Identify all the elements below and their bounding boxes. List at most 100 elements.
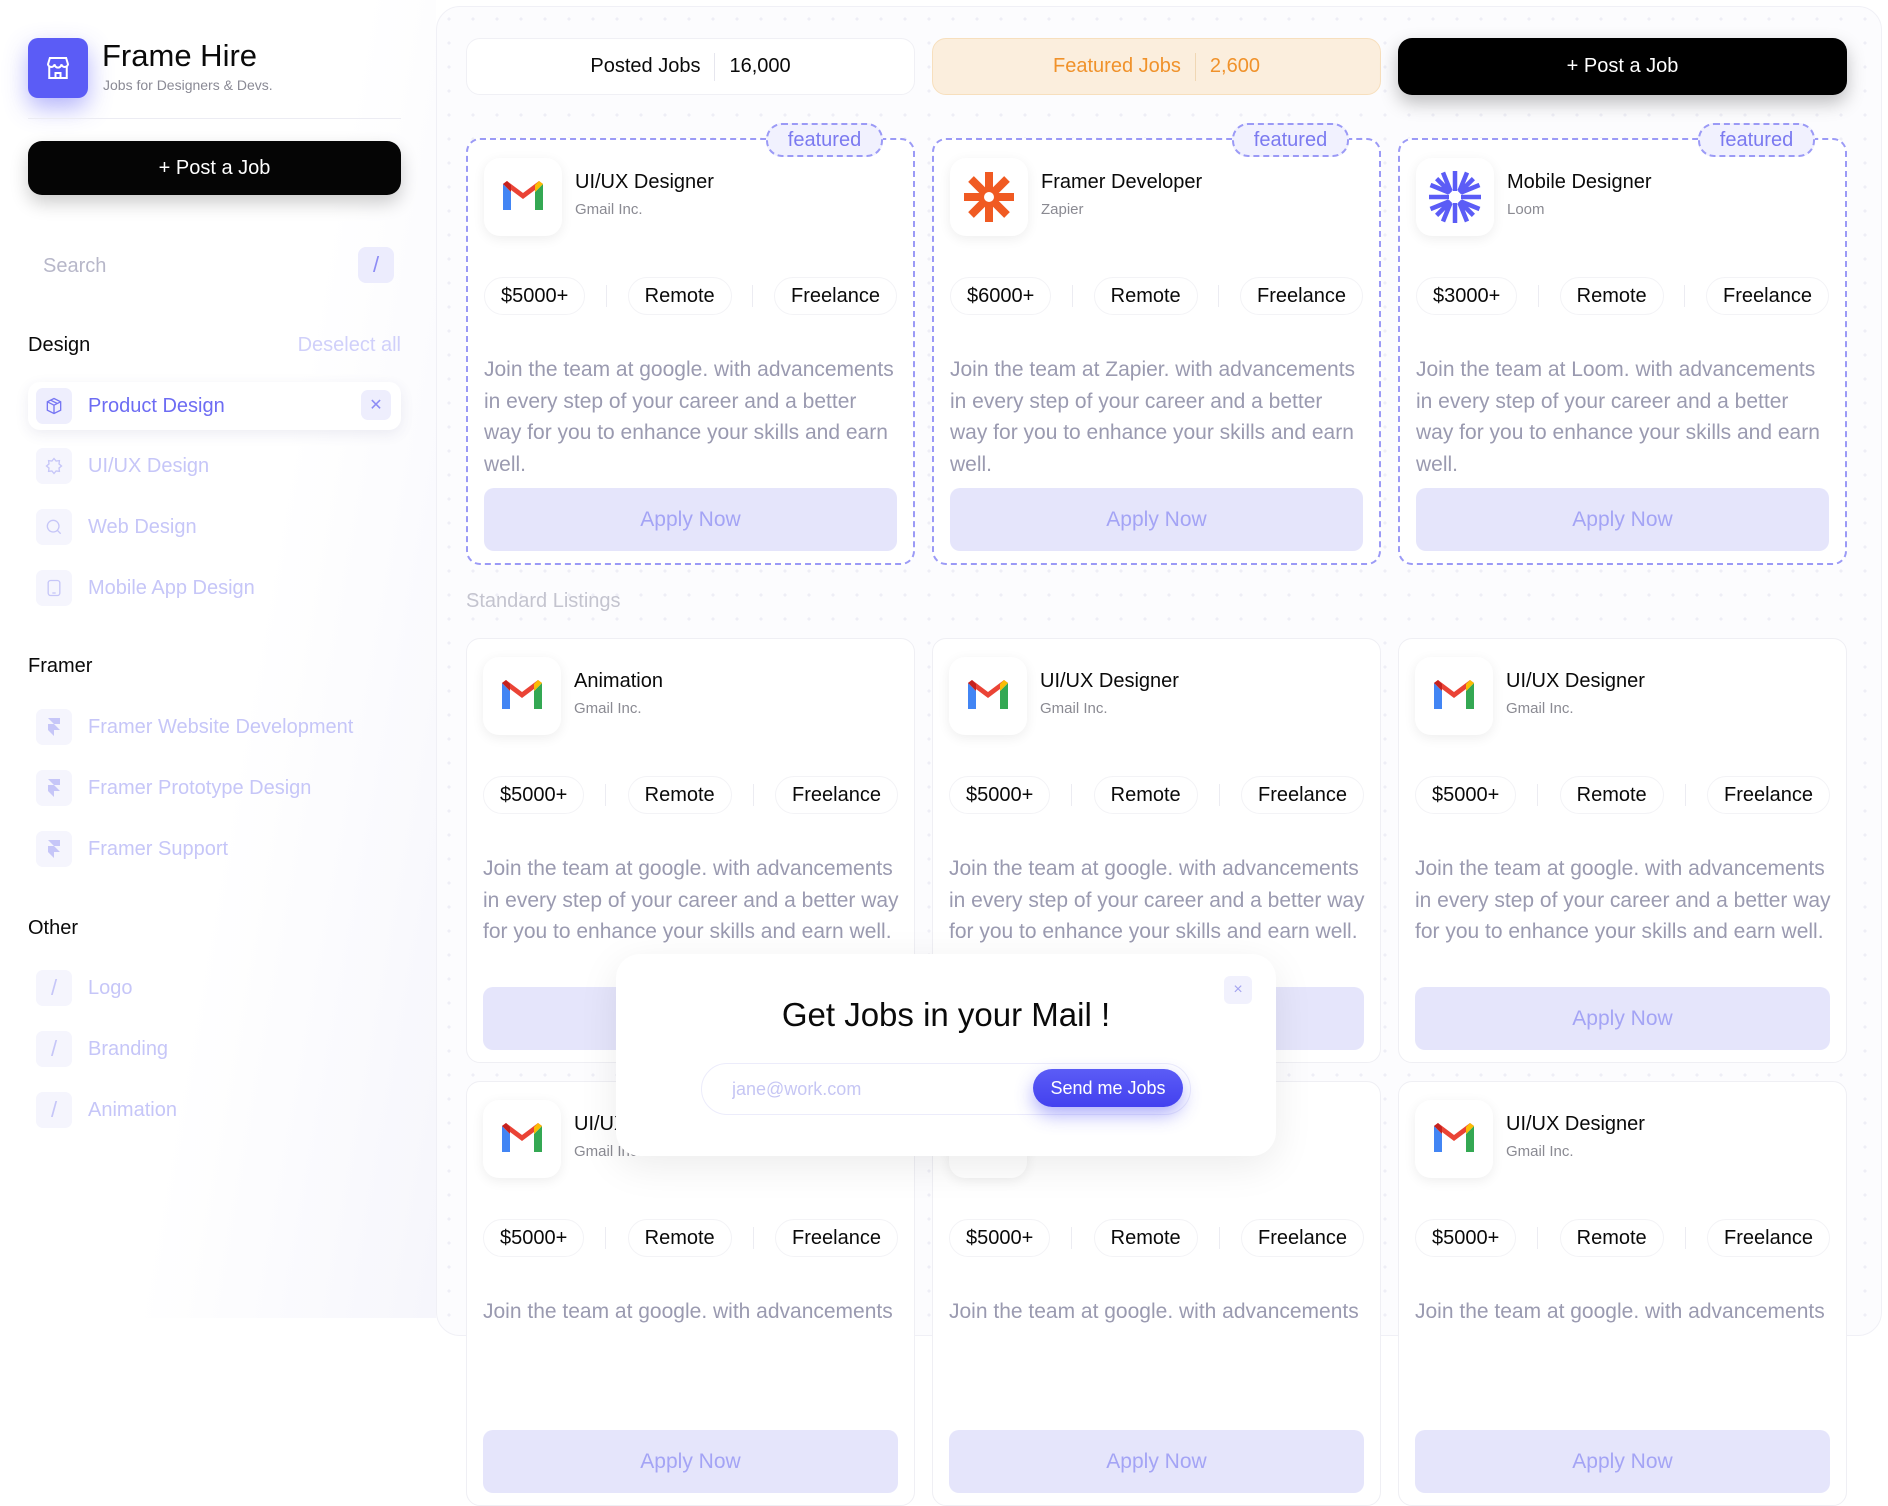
job-title[interactable]: UI/UX Designer: [1506, 670, 1645, 693]
apply-now-button[interactable]: Apply Now: [1415, 1430, 1830, 1493]
job-tag: Remote: [1093, 277, 1198, 315]
sidebar-item-label: Framer Prototype Design: [88, 776, 312, 799]
sidebar-item[interactable]: Framer Website Development: [28, 703, 401, 751]
job-tag: Remote: [627, 1219, 732, 1257]
job-tag: Freelance: [775, 1219, 898, 1257]
job-tag: Remote: [1093, 776, 1198, 814]
job-tag: Remote: [1559, 776, 1664, 814]
featured-job-card[interactable]: featured Framer Developer Zapier $6000+ R…: [932, 123, 1381, 565]
job-title[interactable]: UI/UX Designer: [575, 171, 714, 194]
company-name: Gmail Inc.: [1040, 700, 1108, 717]
posted-jobs-value: 16,000: [729, 55, 791, 77]
sidebar-item-label: UI/UX Design: [88, 454, 210, 477]
sidebar-item-label: Product Design: [88, 394, 225, 417]
company-name: Gmail Inc.: [1506, 700, 1574, 717]
sidebar-item-label: Animation: [88, 1098, 177, 1121]
section-heading-framer: Framer: [28, 655, 93, 677]
sidebar-item[interactable]: Framer Prototype Design: [28, 764, 401, 812]
sidebar-item[interactable]: Framer Support: [28, 825, 401, 873]
sidebar-item[interactable]: / Logo: [28, 964, 401, 1012]
job-tag: $5000+: [484, 277, 586, 315]
apply-now-button[interactable]: Apply Now: [1415, 987, 1830, 1050]
loom-icon: [1416, 158, 1494, 236]
job-description: Join the team at google. with advancemen…: [483, 1300, 893, 1323]
divider: [28, 118, 401, 119]
apply-now-button[interactable]: Apply Now: [483, 1430, 898, 1493]
job-tags: $5000+ Remote Freelance: [483, 776, 898, 814]
search-shortcut-key: /: [358, 247, 394, 283]
apply-now-button[interactable]: Apply Now: [949, 1430, 1364, 1493]
apply-now-button[interactable]: Apply Now: [1416, 488, 1829, 551]
company-name: Zapier: [1041, 201, 1084, 218]
gmail-icon: [484, 158, 562, 236]
posted-jobs-label: Posted Jobs: [590, 55, 701, 77]
job-tag: Remote: [1559, 277, 1664, 315]
apply-now-button[interactable]: Apply Now: [484, 488, 897, 551]
job-description: Join the team at Zapier. with advancemen…: [950, 358, 1356, 476]
close-icon[interactable]: ×: [1224, 976, 1252, 1004]
sidebar-item[interactable]: Mobile App Design: [28, 564, 401, 612]
gmail-icon: [483, 1100, 561, 1178]
featured-job-card[interactable]: featured UI/UX Designer Gmail Inc. $5000…: [466, 123, 915, 565]
job-tags: $5000+ Remote Freelance: [1415, 1219, 1830, 1257]
job-description: Join the team at google. with advancemen…: [1415, 857, 1831, 943]
job-tag: Freelance: [1240, 277, 1363, 315]
brand-subtitle: Jobs for Designers & Devs.: [103, 77, 273, 93]
job-tag: $3000+: [1416, 277, 1518, 315]
job-title[interactable]: UI/UX Designer: [1040, 670, 1179, 693]
store-icon: [28, 38, 88, 98]
sidebar-item[interactable]: Product Design ✕: [28, 382, 401, 430]
sidebar-item[interactable]: Web Design: [28, 503, 401, 551]
featured-badge: featured: [1698, 123, 1815, 157]
box-icon: [36, 388, 72, 424]
job-tag: $5000+: [483, 1219, 585, 1257]
job-tag: $5000+: [1415, 776, 1517, 814]
job-card[interactable]: UI/UX Designer Gmail Inc. $5000+ Remote Fr…: [1398, 1081, 1847, 1506]
posted-jobs-stat: Posted Jobs 16,000: [466, 38, 915, 95]
job-tags: $5000+ Remote Freelance: [484, 277, 897, 315]
job-title[interactable]: Mobile Designer: [1507, 171, 1652, 194]
job-tags: $5000+ Remote Freelance: [1415, 776, 1830, 814]
sidebar: Frame Hire Jobs for Designers & Devs. + …: [0, 0, 436, 1318]
deselect-all-link[interactable]: Deselect all: [298, 334, 401, 357]
framer-icon: [36, 709, 72, 745]
newsletter-popup: Get Jobs in your Mail ! × Send me Jobs: [616, 954, 1276, 1156]
job-tags: $6000+ Remote Freelance: [950, 277, 1363, 315]
sidebar-item[interactable]: / Branding: [28, 1025, 401, 1073]
job-card[interactable]: UI/UX Designer Gmail Inc. $5000+ Remote Fr…: [1398, 638, 1847, 1063]
sidebar-item-label: Mobile App Design: [88, 576, 255, 599]
search-input[interactable]: Search: [28, 244, 401, 288]
job-tag: Remote: [627, 277, 732, 315]
job-tag: Freelance: [1707, 1219, 1830, 1257]
job-title[interactable]: Animation: [574, 670, 663, 693]
job-tags: $5000+ Remote Freelance: [483, 1219, 898, 1257]
job-description: Join the team at google. with advancemen…: [949, 857, 1365, 943]
post-job-button[interactable]: + Post a Job: [28, 141, 401, 195]
sidebar-item[interactable]: / Animation: [28, 1086, 401, 1134]
featured-jobs-label: Featured Jobs: [1053, 55, 1181, 77]
sidebar-item[interactable]: UI/UX Design: [28, 442, 401, 490]
job-tag: $5000+: [1415, 1219, 1517, 1257]
apply-now-button[interactable]: Apply Now: [950, 488, 1363, 551]
section-heading-other: Other: [28, 917, 79, 939]
job-description: Join the team at google. with advancemen…: [949, 1300, 1359, 1323]
job-tag: Remote: [627, 776, 732, 814]
gmail-icon: [949, 657, 1027, 735]
slash-icon: /: [36, 970, 72, 1006]
featured-jobs-stat[interactable]: Featured Jobs 2,600: [932, 38, 1381, 95]
post-job-header-button[interactable]: + Post a Job: [1398, 38, 1847, 95]
featured-jobs-value: 2,600: [1209, 55, 1260, 77]
job-tag: $5000+: [483, 776, 585, 814]
remove-filter-icon[interactable]: ✕: [361, 390, 391, 420]
featured-job-card[interactable]: featured Mobile Designer Loom $3000+ Remo…: [1398, 123, 1847, 565]
send-jobs-button[interactable]: Send me Jobs: [1033, 1069, 1183, 1107]
job-description: Join the team at Loom. with advancements…: [1416, 358, 1820, 476]
job-tags: $5000+ Remote Freelance: [949, 1219, 1364, 1257]
brand-title: Frame Hire: [102, 38, 258, 73]
sidebar-item-label: Framer Support: [88, 837, 229, 860]
popup-title: Get Jobs in your Mail !: [781, 996, 1111, 1033]
job-title[interactable]: UI/UX Designer: [1506, 1113, 1645, 1136]
job-tag: Freelance: [1241, 776, 1364, 814]
featured-badge: featured: [1232, 123, 1349, 157]
job-title[interactable]: Framer Developer: [1041, 171, 1202, 194]
